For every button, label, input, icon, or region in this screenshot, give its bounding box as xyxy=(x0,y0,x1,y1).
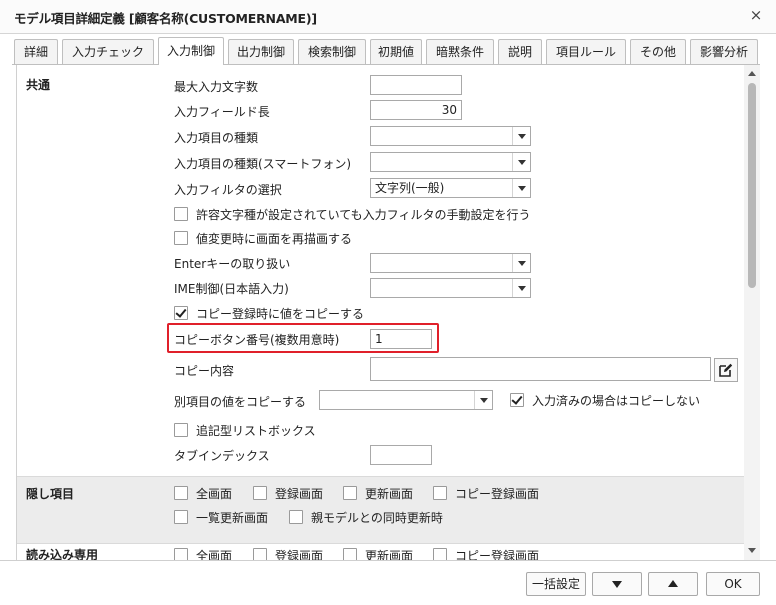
tab-input-check[interactable]: 入力チェック xyxy=(62,39,154,65)
skip-if-filled-checkbox[interactable] xyxy=(510,393,524,407)
scroll-up-arrow-icon[interactable] xyxy=(747,68,757,78)
move-up-button[interactable] xyxy=(648,572,698,596)
section-common-title: 共通 xyxy=(26,78,51,92)
copy-other-item-select[interactable] xyxy=(319,390,493,410)
redraw-on-change-label: 値変更時に画面を再描画する xyxy=(196,232,353,246)
hidden-register-screen-checkbox[interactable] xyxy=(253,486,267,500)
hidden-parent-update-checkbox[interactable] xyxy=(289,510,303,524)
readonly-copy-register-screen-label: コピー登録画面 xyxy=(455,549,540,560)
tab-initial-value[interactable]: 初期値 xyxy=(370,39,422,65)
append-listbox-label: 追記型リストボックス xyxy=(196,424,316,438)
dialog-footer: 一括設定 OK xyxy=(0,560,776,605)
tab-item-rule[interactable]: 項目ルール xyxy=(546,39,626,65)
field-length-label: 入力フィールド長 xyxy=(174,105,270,119)
tab-other[interactable]: その他 xyxy=(630,39,686,65)
tab-impact-analysis[interactable]: 影響分析 xyxy=(690,39,758,65)
ime-control-label: IME制御(日本語入力) xyxy=(174,282,289,296)
close-icon[interactable]: × xyxy=(746,5,766,25)
triangle-up-icon xyxy=(668,580,678,587)
hidden-parent-update-label: 親モデルとの同時更新時 xyxy=(311,511,443,525)
chevron-down-icon xyxy=(474,391,492,409)
chevron-down-icon xyxy=(512,179,530,197)
hidden-register-screen-label: 登録画面 xyxy=(275,487,324,501)
manual-filter-checkbox[interactable] xyxy=(174,207,188,221)
copy-content-edit-button[interactable] xyxy=(714,358,738,382)
tab-index-label: タブインデックス xyxy=(174,449,270,463)
redraw-on-change-checkbox[interactable] xyxy=(174,231,188,245)
section-readonly-title: 読み込み専用 xyxy=(26,548,99,560)
section-hidden-title: 隠し項目 xyxy=(26,487,75,501)
manual-filter-label: 許容文字種が設定されていても入力フィルタの手動設定を行う xyxy=(196,208,531,222)
bulk-set-button[interactable]: 一括設定 xyxy=(526,572,586,596)
tab-detail[interactable]: 詳細 xyxy=(14,39,58,65)
input-type-smartphone-label: 入力項目の種類(スマートフォン) xyxy=(174,157,352,171)
input-filter-select[interactable]: 文字列(一般) xyxy=(370,178,531,198)
readonly-register-screen-checkbox[interactable] xyxy=(253,548,267,560)
tab-implicit-condition[interactable]: 暗黙条件 xyxy=(426,39,494,65)
max-input-chars-input[interactable] xyxy=(370,75,462,95)
readonly-update-screen-label: 更新画面 xyxy=(365,549,414,560)
copy-on-register-checkbox[interactable] xyxy=(174,306,188,320)
readonly-update-screen-checkbox[interactable] xyxy=(343,548,357,560)
tab-description[interactable]: 説明 xyxy=(498,39,542,65)
readonly-all-screens-checkbox[interactable] xyxy=(174,548,188,560)
chevron-down-icon xyxy=(512,153,530,171)
tab-bar: 詳細 入力チェック 入力制御 出力制御 検索制御 初期値 暗黙条件 説明 項目ル… xyxy=(12,37,772,65)
hidden-all-screens-checkbox[interactable] xyxy=(174,486,188,500)
hidden-all-screens-label: 全画面 xyxy=(196,487,233,501)
readonly-register-screen-label: 登録画面 xyxy=(275,549,324,560)
chevron-down-icon xyxy=(512,254,530,272)
triangle-down-icon xyxy=(612,581,622,588)
enter-key-select[interactable] xyxy=(370,253,531,273)
skip-if-filled-label: 入力済みの場合はコピーしない xyxy=(532,394,701,408)
ime-control-select[interactable] xyxy=(370,278,531,298)
scroll-thumb[interactable] xyxy=(748,83,756,288)
hidden-list-update-screen-checkbox[interactable] xyxy=(174,510,188,524)
dialog-title: モデル項目詳細定義 [顧客名称(CUSTOMERNAME)] xyxy=(14,11,317,26)
section-readonly: 読み込み専用 全画面 登録画面 更新画面 コピー登録画面 xyxy=(17,544,744,560)
section-common: 共通 最大入力文字数 入力フィールド長 30 入力項目の種類 入力項目の種類(ス… xyxy=(17,65,744,476)
input-type-select[interactable] xyxy=(370,126,531,146)
readonly-copy-register-screen-checkbox[interactable] xyxy=(433,548,447,560)
readonly-all-screens-label: 全画面 xyxy=(196,549,233,560)
hidden-copy-register-screen-label: コピー登録画面 xyxy=(455,487,540,501)
input-control-panel: 共通 最大入力文字数 入力フィールド長 30 入力項目の種類 入力項目の種類(ス… xyxy=(16,65,760,560)
chevron-down-icon xyxy=(512,127,530,145)
tab-output-control[interactable]: 出力制御 xyxy=(228,39,294,65)
max-input-chars-label: 最大入力文字数 xyxy=(174,80,259,94)
field-length-input[interactable]: 30 xyxy=(370,100,462,120)
chevron-down-icon xyxy=(512,279,530,297)
input-type-smartphone-select[interactable] xyxy=(370,152,531,172)
ok-button[interactable]: OK xyxy=(706,572,760,596)
enter-key-label: Enterキーの取り扱い xyxy=(174,257,291,271)
input-filter-value: 文字列(一般) xyxy=(375,181,445,195)
copy-content-label: コピー内容 xyxy=(174,364,235,378)
input-type-label: 入力項目の種類 xyxy=(174,131,259,145)
hidden-update-screen-checkbox[interactable] xyxy=(343,486,357,500)
hidden-update-screen-label: 更新画面 xyxy=(365,487,414,501)
append-listbox-checkbox[interactable] xyxy=(174,423,188,437)
highlight-box xyxy=(167,323,439,353)
hidden-copy-register-screen-checkbox[interactable] xyxy=(433,486,447,500)
tab-search-control[interactable]: 検索制御 xyxy=(298,39,366,65)
pencil-square-icon xyxy=(719,363,733,377)
tab-input-control[interactable]: 入力制御 xyxy=(158,37,224,65)
scroll-down-arrow-icon[interactable] xyxy=(747,546,757,556)
dialog-titlebar: モデル項目詳細定義 [顧客名称(CUSTOMERNAME)] × xyxy=(0,0,776,34)
hidden-list-update-screen-label: 一覧更新画面 xyxy=(196,511,269,525)
move-down-button[interactable] xyxy=(592,572,642,596)
content-scrollbar[interactable] xyxy=(744,65,760,560)
tab-index-input[interactable] xyxy=(370,445,432,465)
section-hidden: 隠し項目 全画面 登録画面 更新画面 コピー登録画面 一覧更新画面 親モデルとの… xyxy=(17,476,744,544)
input-filter-label: 入力フィルタの選択 xyxy=(174,183,282,197)
copy-on-register-label: コピー登録時に値をコピーする xyxy=(196,307,365,321)
copy-content-input[interactable] xyxy=(370,357,711,381)
copy-other-item-label: 別項目の値をコピーする xyxy=(174,395,307,409)
